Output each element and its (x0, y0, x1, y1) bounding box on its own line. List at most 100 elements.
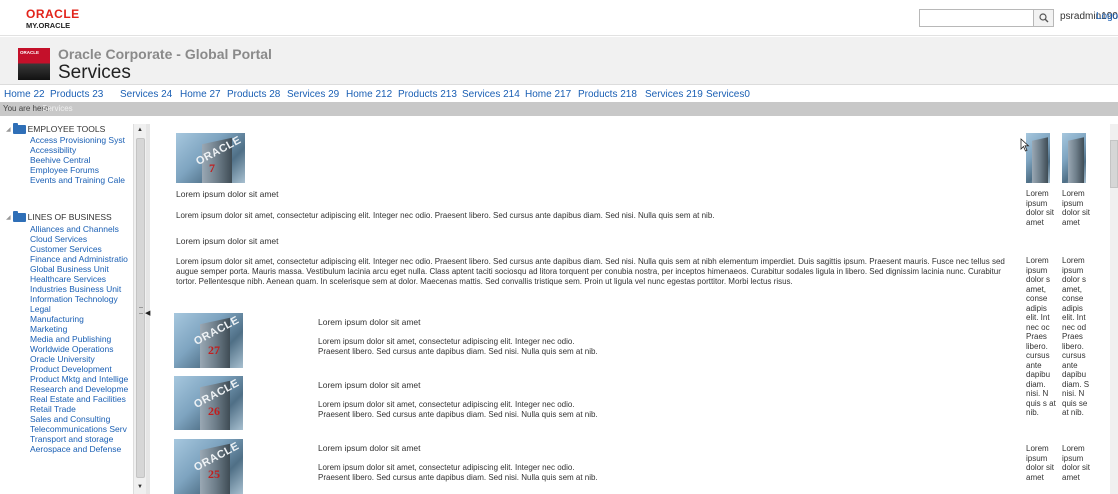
tree-node-label: LINES OF BUSINESS (27, 212, 112, 222)
article-summary: Lorem ipsum dolor sit amet, consectetur … (318, 337, 598, 356)
logout-link[interactable]: Logou (1096, 11, 1118, 22)
sidebar-link[interactable]: Real Estate and Facilities (30, 394, 132, 404)
sidebar-link[interactable]: Sales and Consulting (30, 414, 132, 424)
thumbnail-number: 26 (208, 404, 220, 418)
folder-icon (12, 210, 26, 222)
article-thumbnail[interactable]: ORACLE 7 (176, 133, 245, 183)
nav-item-products-28[interactable]: Products 28 (227, 89, 280, 100)
oracle-tower-logo: ORACLE (18, 48, 50, 80)
breadcrumb: You are here: Services (0, 102, 1118, 116)
article-title[interactable]: Lorem ipsum dolor sit amet (318, 443, 421, 453)
article-thumbnail[interactable]: ORACLE 26 (174, 376, 243, 430)
nav-item-services-24[interactable]: Services 24 (120, 89, 172, 100)
article-summary: Lorem ipsum dolor sit amet, consectetur … (176, 211, 715, 220)
sidebar-link[interactable]: Healthcare Services (30, 274, 132, 284)
portal-header: ORACLE Oracle Corporate - Global Portal … (0, 37, 1118, 85)
sidebar-link[interactable]: Legal (30, 304, 132, 314)
sidebar-link[interactable]: Marketing (30, 324, 132, 334)
sidebar-link[interactable]: Worldwide Operations (30, 344, 132, 354)
collapse-left-icon[interactable]: ◀ (145, 309, 150, 317)
page-title: Services (58, 62, 131, 83)
tree-node-lines-of-business[interactable]: ◢ LINES OF BUSINESS (6, 210, 112, 222)
tower-graphic (1032, 137, 1048, 183)
sidebar-link[interactable]: Product Mktg and Intellige (30, 374, 132, 384)
article-summary: Lorem ipsum dolor sit amet, consectetur … (318, 463, 598, 482)
article-title[interactable]: Lorem ipsum dolor sit amet (318, 380, 421, 390)
article-summary: Lorem ipsum dolor sit amet, consectetur … (318, 400, 598, 419)
sidebar-link[interactable]: Alliances and Channels (30, 224, 132, 234)
logo-brand: ORACLE (26, 7, 80, 21)
mouse-cursor-icon (1020, 138, 1030, 152)
search-input[interactable] (919, 9, 1034, 27)
sidebar-link[interactable]: Cloud Services (30, 234, 132, 244)
nav-item-products-213[interactable]: Products 213 (398, 89, 457, 100)
sidebar-link[interactable]: Accessibility (30, 145, 132, 155)
thumbnail-number: 7 (209, 161, 215, 175)
thumbnail-number: 27 (208, 343, 220, 357)
thumbnail-number: 25 (208, 467, 220, 481)
expand-triangle-icon[interactable]: ◢ (6, 214, 11, 221)
top-bar: ORACLE MY.ORACLE psradmin190 Logou (0, 0, 1118, 36)
nav-item-home-22[interactable]: Home 22 (4, 89, 45, 100)
sidebar-link[interactable]: Events and Training Cale (30, 175, 132, 185)
article-title[interactable]: Lorem ipsum dolor sit amet (1026, 444, 1056, 482)
article-title[interactable]: Lorem ipsum dolor sit amet (318, 317, 421, 327)
logo-subtitle: MY.ORACLE (26, 21, 71, 30)
nav-item-services0[interactable]: Services0 (706, 89, 750, 100)
sidebar-collapse-splitter[interactable]: ◀ (145, 124, 150, 494)
article-title[interactable]: Lorem ipsum dolor sit amet (1062, 189, 1092, 227)
article-thumbnail[interactable]: ORACLE 25 (174, 439, 243, 494)
sidebar-link[interactable]: Media and Publishing (30, 334, 132, 344)
sidebar-link[interactable]: Beehive Central (30, 155, 132, 165)
sidebar-link[interactable]: Research and Developme (30, 384, 132, 394)
grip-icon (139, 307, 143, 314)
sidebar-link[interactable]: Customer Services (30, 244, 132, 254)
header-logo-text: ORACLE (20, 50, 39, 55)
portal-title: Oracle Corporate - Global Portal (58, 46, 272, 62)
breadcrumb-current[interactable]: Services (42, 104, 73, 113)
nav-item-products-23[interactable]: Products 23 (50, 89, 103, 100)
sidebar-scroll-thumb[interactable] (136, 138, 145, 478)
nav-item-home-27[interactable]: Home 27 (180, 89, 221, 100)
nav-item-products-218[interactable]: Products 218 (578, 89, 637, 100)
content-scroll-thumb[interactable] (1110, 140, 1118, 188)
article-title[interactable]: Lorem ipsum dolor sit amet (176, 236, 279, 246)
tree-node-label: EMPLOYEE TOOLS (27, 124, 106, 134)
sidebar-link[interactable]: Access Provisioning Syst (30, 135, 132, 145)
sidebar-link[interactable]: Information Technology (30, 294, 132, 304)
my-oracle-logo[interactable]: ORACLE MY.ORACLE (26, 8, 80, 31)
article-thumbnail[interactable]: ORACLE 27 (174, 313, 243, 368)
article-title[interactable]: Lorem ipsum dolor sit amet (1062, 444, 1092, 482)
article-title[interactable]: Lorem ipsum dolor sit amet (176, 189, 279, 199)
top-navigation: Home 22 Products 23 Services 24 Home 27 … (0, 86, 1118, 102)
article-summary: Lorem ipsum dolor s amet, conse adipis e… (1062, 256, 1090, 417)
sidebar-link[interactable]: Manufacturing (30, 314, 132, 324)
content-scrollbar[interactable] (1110, 124, 1118, 494)
sidebar-link[interactable]: Telecommunications Serv (30, 424, 132, 434)
sidebar-link[interactable]: Finance and Administratio (30, 254, 132, 264)
sidebar-link[interactable]: Transport and storage (30, 434, 132, 444)
article-title[interactable]: Lorem ipsum dolor sit amet (1026, 189, 1056, 227)
tree-node-employee-tools[interactable]: ◢ EMPLOYEE TOOLS (6, 122, 106, 134)
sidebar-link[interactable]: Global Business Unit (30, 264, 132, 274)
scroll-up-arrow-icon[interactable]: ▲ (137, 127, 143, 133)
sidebar-link[interactable]: Aerospace and Defense (30, 444, 132, 454)
nav-item-home-217[interactable]: Home 217 (525, 89, 571, 100)
article-summary: Lorem ipsum dolor s amet, conse adipis e… (1026, 256, 1056, 417)
sidebar-link[interactable]: Industries Business Unit (30, 284, 132, 294)
search-button[interactable] (1034, 9, 1054, 27)
article-thumbnail[interactable] (1062, 133, 1086, 183)
sidebar-link[interactable]: Product Development (30, 364, 132, 374)
nav-item-services-214[interactable]: Services 214 (462, 89, 520, 100)
sidebar-link[interactable]: Oracle University (30, 354, 132, 364)
sidebar-link[interactable]: Retail Trade (30, 404, 132, 414)
scroll-down-arrow-icon[interactable]: ▼ (137, 484, 143, 490)
expand-triangle-icon[interactable]: ◢ (6, 126, 11, 133)
sidebar-tree: ◢ EMPLOYEE TOOLS Access Provisioning Sys… (0, 122, 147, 494)
folder-icon (12, 122, 26, 134)
nav-item-services-29[interactable]: Services 29 (287, 89, 339, 100)
tower-graphic (1068, 137, 1084, 183)
nav-item-services-219[interactable]: Services 219 (645, 89, 703, 100)
nav-item-home-212[interactable]: Home 212 (346, 89, 392, 100)
sidebar-link[interactable]: Employee Forums (30, 165, 132, 175)
